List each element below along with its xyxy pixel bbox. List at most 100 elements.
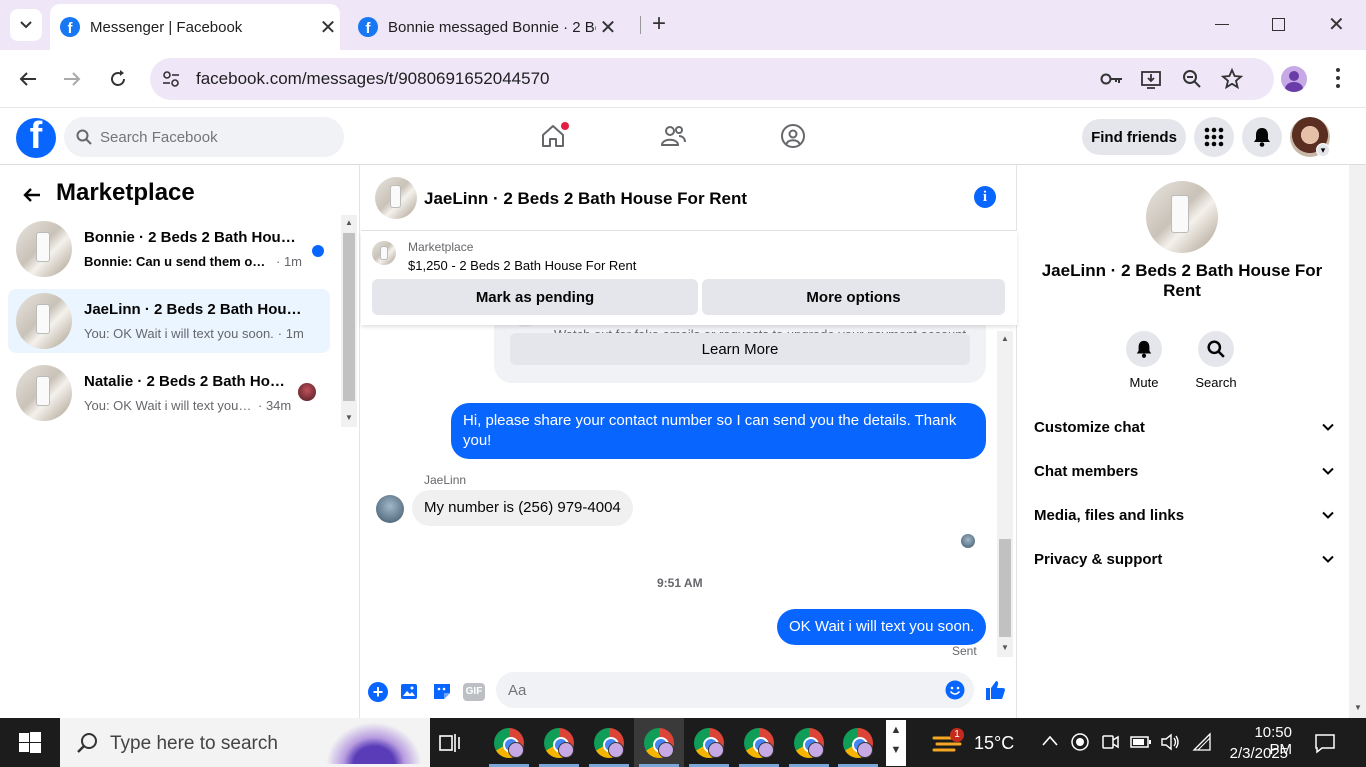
sender-avatar[interactable] <box>376 495 404 523</box>
chat-members-row[interactable]: Chat members <box>1034 456 1334 486</box>
conversation-item[interactable]: JaeLinn · 2 Beds 2 Bath House For Rent Y… <box>8 289 330 353</box>
notice-icon <box>510 325 540 327</box>
tab-messenger[interactable]: f Messenger | Facebook ✕ <box>50 4 340 50</box>
scroll-down-icon[interactable]: ▼ <box>345 413 353 422</box>
address-bar[interactable]: facebook.com/messages/t/9080691652044570 <box>150 58 1274 100</box>
plus-icon[interactable]: + <box>368 682 388 702</box>
notification-center-icon[interactable] <box>1314 732 1336 754</box>
camera-icon[interactable] <box>1101 734 1119 750</box>
account-chevron-icon[interactable]: ▾ <box>1316 143 1330 157</box>
chrome-taskbar-icon[interactable] <box>544 728 574 758</box>
outgoing-message[interactable]: OK Wait i will text you soon. <box>777 609 987 645</box>
restore-icon[interactable] <box>1272 18 1285 31</box>
gif-icon[interactable]: GIF <box>463 683 485 701</box>
message-composer: + GIF <box>361 669 1017 718</box>
tray-expand-icon[interactable] <box>1042 735 1058 747</box>
mark-pending-button[interactable]: Mark as pending <box>372 279 698 315</box>
customize-chat-row[interactable]: Customize chat <box>1034 412 1334 442</box>
minimize-icon[interactable] <box>1215 24 1229 25</box>
scrollbar[interactable]: ▲ ▼ <box>341 215 357 427</box>
tab-search-button[interactable] <box>10 9 42 41</box>
chrome-taskbar-icon[interactable] <box>494 728 524 758</box>
conversation-item[interactable]: Bonnie · 2 Beds 2 Bath House For Rent Bo… <box>8 217 330 281</box>
listing-thumbnail[interactable] <box>372 241 396 265</box>
zoom-icon[interactable] <box>1182 69 1202 89</box>
forward-arrow-icon[interactable] <box>62 69 82 89</box>
scroll-down-icon[interactable]: ▼ <box>1354 703 1362 712</box>
chat-title[interactable]: JaeLinn · 2 Beds 2 Bath House For Rent <box>424 189 747 209</box>
groups-icon[interactable] <box>780 123 806 149</box>
weather-temperature[interactable]: 15°C <box>974 733 1014 754</box>
search-conversation-button[interactable]: Search <box>1186 331 1246 390</box>
sticker-icon[interactable] <box>432 681 452 701</box>
chrome-taskbar-icon[interactable] <box>744 728 774 758</box>
incoming-message[interactable]: My number is (256) 979-4004 <box>412 490 633 526</box>
task-view-icon[interactable] <box>438 732 462 754</box>
bookmark-star-icon[interactable] <box>1221 68 1243 90</box>
page-scrollbar[interactable]: ▼ <box>1349 165 1366 718</box>
taskbar-search[interactable]: Type here to search <box>60 718 430 767</box>
scroll-up-icon[interactable]: ▲ <box>1001 334 1009 343</box>
taskbar-scroll-icon[interactable]: ▲ ▼ <box>886 720 906 766</box>
search-icon <box>1207 340 1225 358</box>
info-icon[interactable]: i <box>974 186 996 208</box>
record-icon[interactable] <box>1071 733 1089 751</box>
listing-title[interactable]: $1,250 - 2 Beds 2 Bath House For Rent <box>408 258 636 273</box>
scrollbar-thumb[interactable] <box>343 233 355 401</box>
conversation-preview: You: OK Wait i will text you s... · 34m <box>84 398 292 413</box>
windows-start-icon[interactable] <box>19 732 41 754</box>
browser-menu-icon[interactable] <box>1336 68 1340 88</box>
message-input-box[interactable] <box>496 672 974 708</box>
media-files-links-row[interactable]: Media, files and links <box>1034 500 1334 530</box>
bell-icon <box>1136 340 1152 358</box>
find-friends-button[interactable]: Find friends <box>1082 119 1186 155</box>
chrome-taskbar-icon[interactable] <box>843 728 873 758</box>
chat-scrollbar[interactable]: ▲ ▼ <box>997 331 1013 657</box>
back-arrow-icon[interactable] <box>22 186 42 204</box>
chat-avatar[interactable] <box>375 177 417 219</box>
close-tab-icon[interactable]: ✕ <box>316 15 340 40</box>
profile-avatar[interactable] <box>1146 181 1218 253</box>
menu-grid-button[interactable] <box>1194 117 1234 157</box>
notifications-button[interactable] <box>1242 117 1282 157</box>
chevron-down-icon <box>1322 555 1334 563</box>
photo-icon[interactable] <box>400 681 420 701</box>
more-options-button[interactable]: More options <box>702 279 1005 315</box>
clock-date[interactable]: 2/3/2025 <box>1218 745 1288 762</box>
close-window-icon[interactable]: ✕ <box>1328 12 1345 37</box>
mute-button[interactable]: Mute <box>1114 331 1174 390</box>
friends-icon[interactable] <box>660 123 686 149</box>
install-app-icon[interactable] <box>1140 68 1162 90</box>
tab-bonnie[interactable]: f Bonnie messaged Bonnie · 2 Be ✕ <box>348 4 638 50</box>
chrome-taskbar-icon[interactable] <box>794 728 824 758</box>
chrome-taskbar-icon[interactable] <box>594 728 624 758</box>
close-tab-icon[interactable]: ✕ <box>596 15 620 40</box>
conversation-item[interactable]: Natalie · 2 Beds 2 Bath House For Rent Y… <box>8 361 330 425</box>
network-icon[interactable] <box>1192 732 1212 752</box>
scroll-down-icon[interactable]: ▼ <box>1001 643 1009 652</box>
password-key-icon[interactable] <box>1100 70 1124 88</box>
profile-avatar-icon[interactable] <box>1281 66 1307 92</box>
facebook-search-input[interactable] <box>100 117 330 157</box>
conversation-preview: You: OK Wait i will text you soon. · 1m <box>84 326 304 341</box>
chrome-taskbar-icon[interactable] <box>694 728 724 758</box>
outgoing-message[interactable]: Hi, please share your contact number so … <box>451 403 986 459</box>
scrollbar-thumb[interactable] <box>999 539 1011 637</box>
emoji-icon[interactable] <box>945 680 965 700</box>
message-input[interactable] <box>508 672 928 708</box>
browser-toolbar: facebook.com/messages/t/9080691652044570 <box>0 50 1366 108</box>
battery-icon[interactable] <box>1130 736 1152 748</box>
chrome-taskbar-icon[interactable] <box>644 728 674 758</box>
volume-icon[interactable] <box>1160 733 1180 751</box>
facebook-search[interactable] <box>64 117 344 157</box>
new-tab-icon[interactable]: + <box>652 12 666 36</box>
scroll-up-icon[interactable]: ▲ <box>345 218 353 227</box>
site-settings-icon[interactable] <box>162 70 180 88</box>
thumbs-up-icon[interactable] <box>984 679 1006 701</box>
search-highlight-image <box>326 722 422 764</box>
facebook-logo-icon[interactable]: f <box>16 118 56 158</box>
privacy-support-row[interactable]: Privacy & support <box>1034 544 1334 574</box>
reload-icon[interactable] <box>108 69 128 89</box>
back-arrow-icon[interactable] <box>18 69 38 89</box>
learn-more-button[interactable]: Learn More <box>510 333 970 365</box>
